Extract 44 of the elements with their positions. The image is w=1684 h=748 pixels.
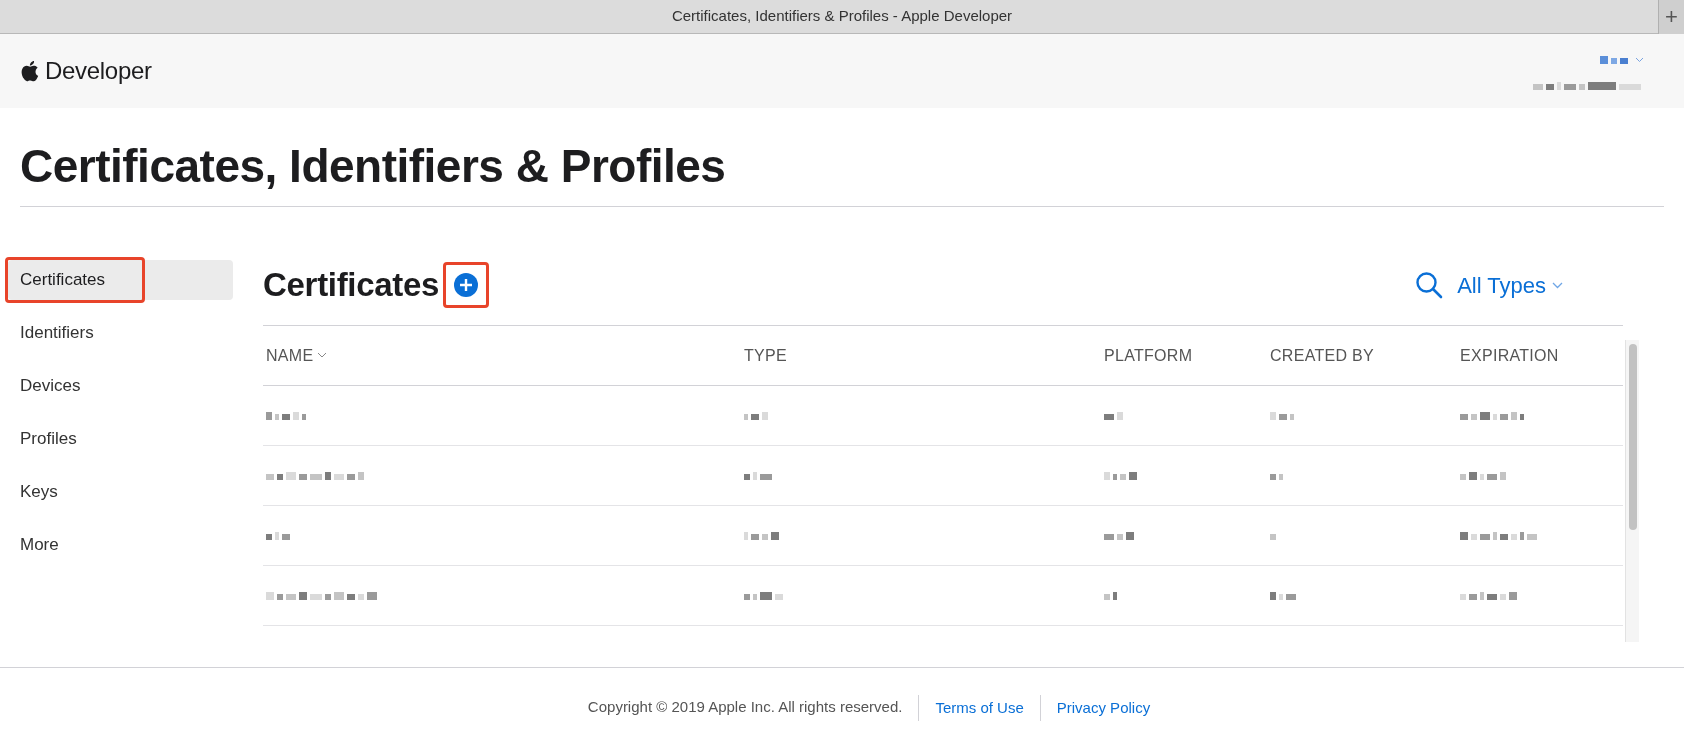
filter-dropdown[interactable]: All Types bbox=[1457, 268, 1563, 302]
chevron-down-icon[interactable] bbox=[1635, 57, 1644, 63]
sidebar-item[interactable]: Identifiers bbox=[8, 313, 233, 353]
column-header: TYPE bbox=[744, 345, 787, 366]
column-header[interactable]: NAME bbox=[266, 343, 328, 368]
sidebar-item[interactable]: Profiles bbox=[8, 419, 233, 459]
column-header: EXPIRATION bbox=[1460, 345, 1559, 366]
apple-logo-icon[interactable] bbox=[20, 60, 39, 82]
redacted-text bbox=[1104, 529, 1137, 542]
redacted-text bbox=[1270, 409, 1297, 422]
page-title: Certificates, Identifiers & Profiles bbox=[20, 139, 727, 194]
redacted-text bbox=[1460, 469, 1509, 482]
redacted-text bbox=[266, 529, 293, 542]
redacted-text bbox=[744, 589, 786, 602]
redacted-text bbox=[744, 409, 771, 422]
sidebar-item[interactable]: Keys bbox=[8, 472, 233, 512]
footer-link[interactable]: Privacy Policy bbox=[1039, 694, 1167, 721]
sort-chevron-icon bbox=[317, 352, 328, 359]
copyright-text: Copyright © 2019 Apple Inc. All rights reserved. bbox=[587, 697, 904, 718]
redacted-text bbox=[1104, 469, 1140, 482]
brand-name[interactable]: Developer bbox=[45, 53, 152, 89]
redacted-text bbox=[1104, 409, 1126, 422]
new-tab-button[interactable]: + bbox=[1658, 0, 1684, 34]
sidebar-item[interactable]: Devices bbox=[8, 366, 233, 406]
column-header: CREATED BY bbox=[1270, 345, 1375, 366]
add-button[interactable] bbox=[443, 262, 490, 308]
redacted-text bbox=[1460, 589, 1520, 602]
footer-link[interactable]: Terms of Use bbox=[918, 694, 1040, 721]
sidebar-item[interactable]: Certificates bbox=[8, 260, 233, 300]
plus-circle-icon bbox=[453, 272, 480, 298]
redacted-text bbox=[744, 469, 775, 482]
redacted-text bbox=[266, 409, 309, 422]
scrollbar-thumb[interactable] bbox=[1628, 344, 1637, 530]
redacted-text bbox=[744, 529, 782, 542]
chevron-down-icon bbox=[1552, 281, 1563, 289]
sidebar-item[interactable]: More bbox=[8, 525, 233, 565]
redacted-text bbox=[1104, 589, 1120, 602]
section-title: Certificates bbox=[263, 265, 440, 306]
column-header: PLATFORM bbox=[1104, 345, 1193, 366]
search-icon[interactable] bbox=[1415, 271, 1444, 299]
redacted-text bbox=[1460, 409, 1527, 422]
window-title: Certificates, Identifiers & Profiles - Apple Developer bbox=[671, 6, 1013, 27]
redacted-text bbox=[1270, 589, 1299, 602]
redacted-text bbox=[1600, 54, 1631, 66]
